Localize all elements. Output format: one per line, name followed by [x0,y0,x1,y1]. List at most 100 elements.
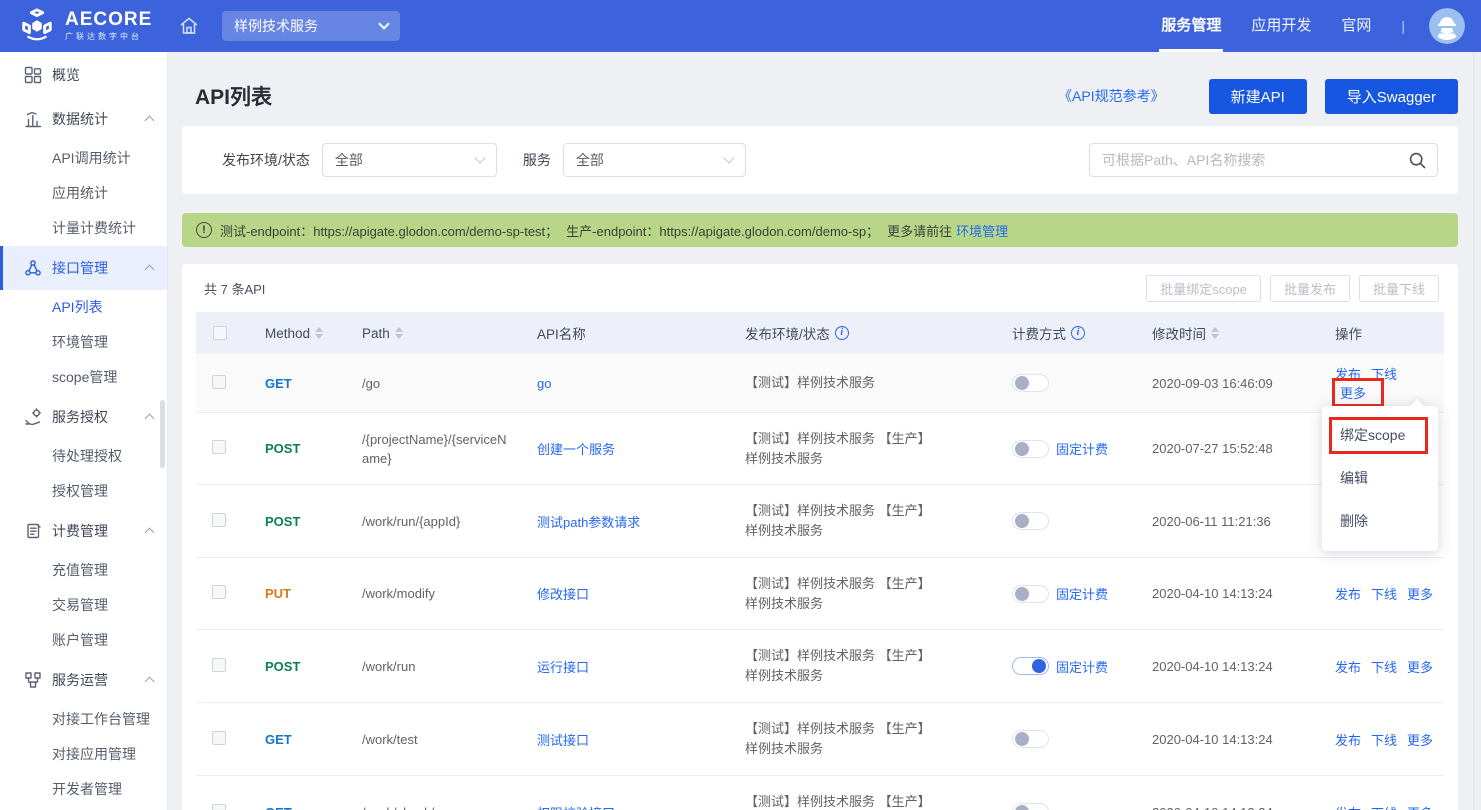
sidebar-item[interactable]: 数据统计 [0,97,167,141]
row-checkbox[interactable] [212,585,226,599]
toggle-knob [1032,659,1046,673]
more-link[interactable]: 更多 [1340,386,1366,401]
sidebar-subitem[interactable]: API列表 [0,290,167,325]
publish-link[interactable]: 发布 [1335,806,1361,810]
sidebar-item[interactable]: 计费管理 [0,509,167,553]
row-checkbox-cell [196,804,248,810]
warning-icon: ! [196,222,212,238]
table-row: POST/{projectName}/{serviceName}创建一个服务【测… [196,413,1444,485]
row-checkbox[interactable] [212,375,226,389]
more-link[interactable]: 更多 [1407,587,1433,602]
billing-toggle[interactable] [1012,803,1049,810]
column-header[interactable]: Method [248,326,345,341]
api-name-link[interactable]: 权限校验接口 [537,806,615,810]
path-cell: /work/run/{appId} [345,512,520,531]
menu-item-bind-scope[interactable]: 绑定scope [1322,414,1438,457]
sort-icon[interactable] [1211,327,1219,339]
billing-toggle[interactable] [1012,730,1049,748]
publish-link[interactable]: 发布 [1335,733,1361,748]
sidebar-subitem[interactable]: 计量计费统计 [0,211,167,246]
batch-button[interactable]: 批量绑定scope [1146,275,1261,302]
api-name-cell: 测试接口 [520,730,728,749]
service-filter-select[interactable]: 全部 [563,143,746,177]
sidebar-subitem[interactable]: 对接工作台管理 [0,702,167,737]
billing-toggle[interactable] [1012,512,1049,530]
sidebar-item[interactable]: 服务授权 [0,395,167,439]
sidebar-subitem[interactable]: 环境管理 [0,325,167,360]
menu-item-delete[interactable]: 删除 [1322,500,1438,543]
info-icon[interactable]: i [1071,326,1085,340]
search-icon[interactable] [1408,151,1427,170]
env-manage-link[interactable]: 环境管理 [956,221,1008,240]
column-label: API名称 [537,323,586,343]
sidebar-subitem[interactable]: 充值管理 [0,553,167,588]
api-name-link[interactable]: 修改接口 [537,587,589,602]
main-content: API列表 《API规范参考》 新建API 导入Swagger 发布环境/状态 … [168,52,1481,810]
api-spec-link[interactable]: 《API规范参考》 [1058,86,1165,106]
publish-link[interactable]: 发布 [1335,587,1361,602]
search-input[interactable] [1102,152,1408,168]
home-icon[interactable] [178,15,200,37]
service-selector[interactable]: 样例技术服务 [222,11,400,41]
toggle-knob [1015,805,1029,810]
info-icon[interactable]: i [835,326,849,340]
billing-toggle[interactable] [1012,657,1049,675]
billing-toggle[interactable] [1012,585,1049,603]
statistics-icon [24,110,42,128]
billing-cell [995,803,1135,810]
sidebar-subitem[interactable]: 待处理授权 [0,439,167,474]
row-checkbox[interactable] [212,440,226,454]
more-link[interactable]: 更多 [1407,733,1433,748]
sidebar-subitem[interactable]: 应用统计 [0,176,167,211]
env-filter-select[interactable]: 全部 [322,143,497,177]
offline-link[interactable]: 下线 [1371,806,1397,810]
avatar[interactable] [1429,8,1465,44]
more-link[interactable]: 更多 [1407,660,1433,675]
api-name-link[interactable]: 创建一个服务 [537,442,615,457]
batch-button[interactable]: 批量发布 [1270,275,1350,302]
sidebar-item[interactable]: 接口管理 [0,246,167,290]
offline-link[interactable]: 下线 [1371,587,1397,602]
sidebar-subitem[interactable]: API调用统计 [0,141,167,176]
sort-icon[interactable] [395,327,403,339]
nav-item[interactable]: 服务管理 [1161,0,1221,52]
billing-toggle[interactable] [1012,440,1049,458]
api-name-link[interactable]: 测试path参数请求 [537,515,640,530]
row-checkbox[interactable] [212,731,226,745]
row-checkbox[interactable] [212,658,226,672]
more-link[interactable]: 更多 [1407,806,1433,810]
import-swagger-button[interactable]: 导入Swagger [1325,79,1458,114]
column-header[interactable]: Path [345,326,520,341]
offline-link[interactable]: 下线 [1371,660,1397,675]
sidebar-subitem[interactable]: scope管理 [0,360,167,395]
sidebar-subitem[interactable]: 授权管理 [0,474,167,509]
api-name-link[interactable]: 运行接口 [537,660,589,675]
column-header[interactable]: 修改时间 [1135,323,1318,343]
sidebar-subitem[interactable]: 开发者管理 [0,772,167,807]
create-api-button[interactable]: 新建API [1209,79,1307,114]
menu-item-edit[interactable]: 编辑 [1322,457,1438,500]
sidebar-items: 概览数据统计API调用统计应用统计计量计费统计接口管理API列表环境管理scop… [0,53,167,807]
sidebar-subitem[interactable]: 账户管理 [0,623,167,658]
actions-cell: 发布下线更多 [1318,657,1444,676]
sidebar-item[interactable]: 概览 [0,53,167,97]
row-checkbox[interactable] [212,513,226,527]
sort-icon[interactable] [315,327,323,339]
api-name-link[interactable]: 测试接口 [537,733,589,748]
billing-toggle[interactable] [1012,374,1049,392]
select-all-checkbox[interactable] [213,326,227,340]
nav-item[interactable]: 官网 [1341,0,1371,52]
row-checkbox[interactable] [212,804,226,810]
sidebar-item[interactable]: 服务运营 [0,658,167,702]
nav-item[interactable]: 应用开发 [1251,0,1311,52]
sidebar-item-label: 概览 [52,65,80,85]
api-name-cell: 修改接口 [520,584,728,603]
api-name-link[interactable]: go [537,376,551,391]
publish-link[interactable]: 发布 [1335,660,1361,675]
sidebar-subitem[interactable]: 对接应用管理 [0,737,167,772]
offline-link[interactable]: 下线 [1371,733,1397,748]
sidebar-scrollbar-thumb[interactable] [160,400,165,468]
sidebar-subitem[interactable]: 交易管理 [0,588,167,623]
batch-button[interactable]: 批量下线 [1359,275,1439,302]
page-scrollbar[interactable] [1473,52,1481,810]
